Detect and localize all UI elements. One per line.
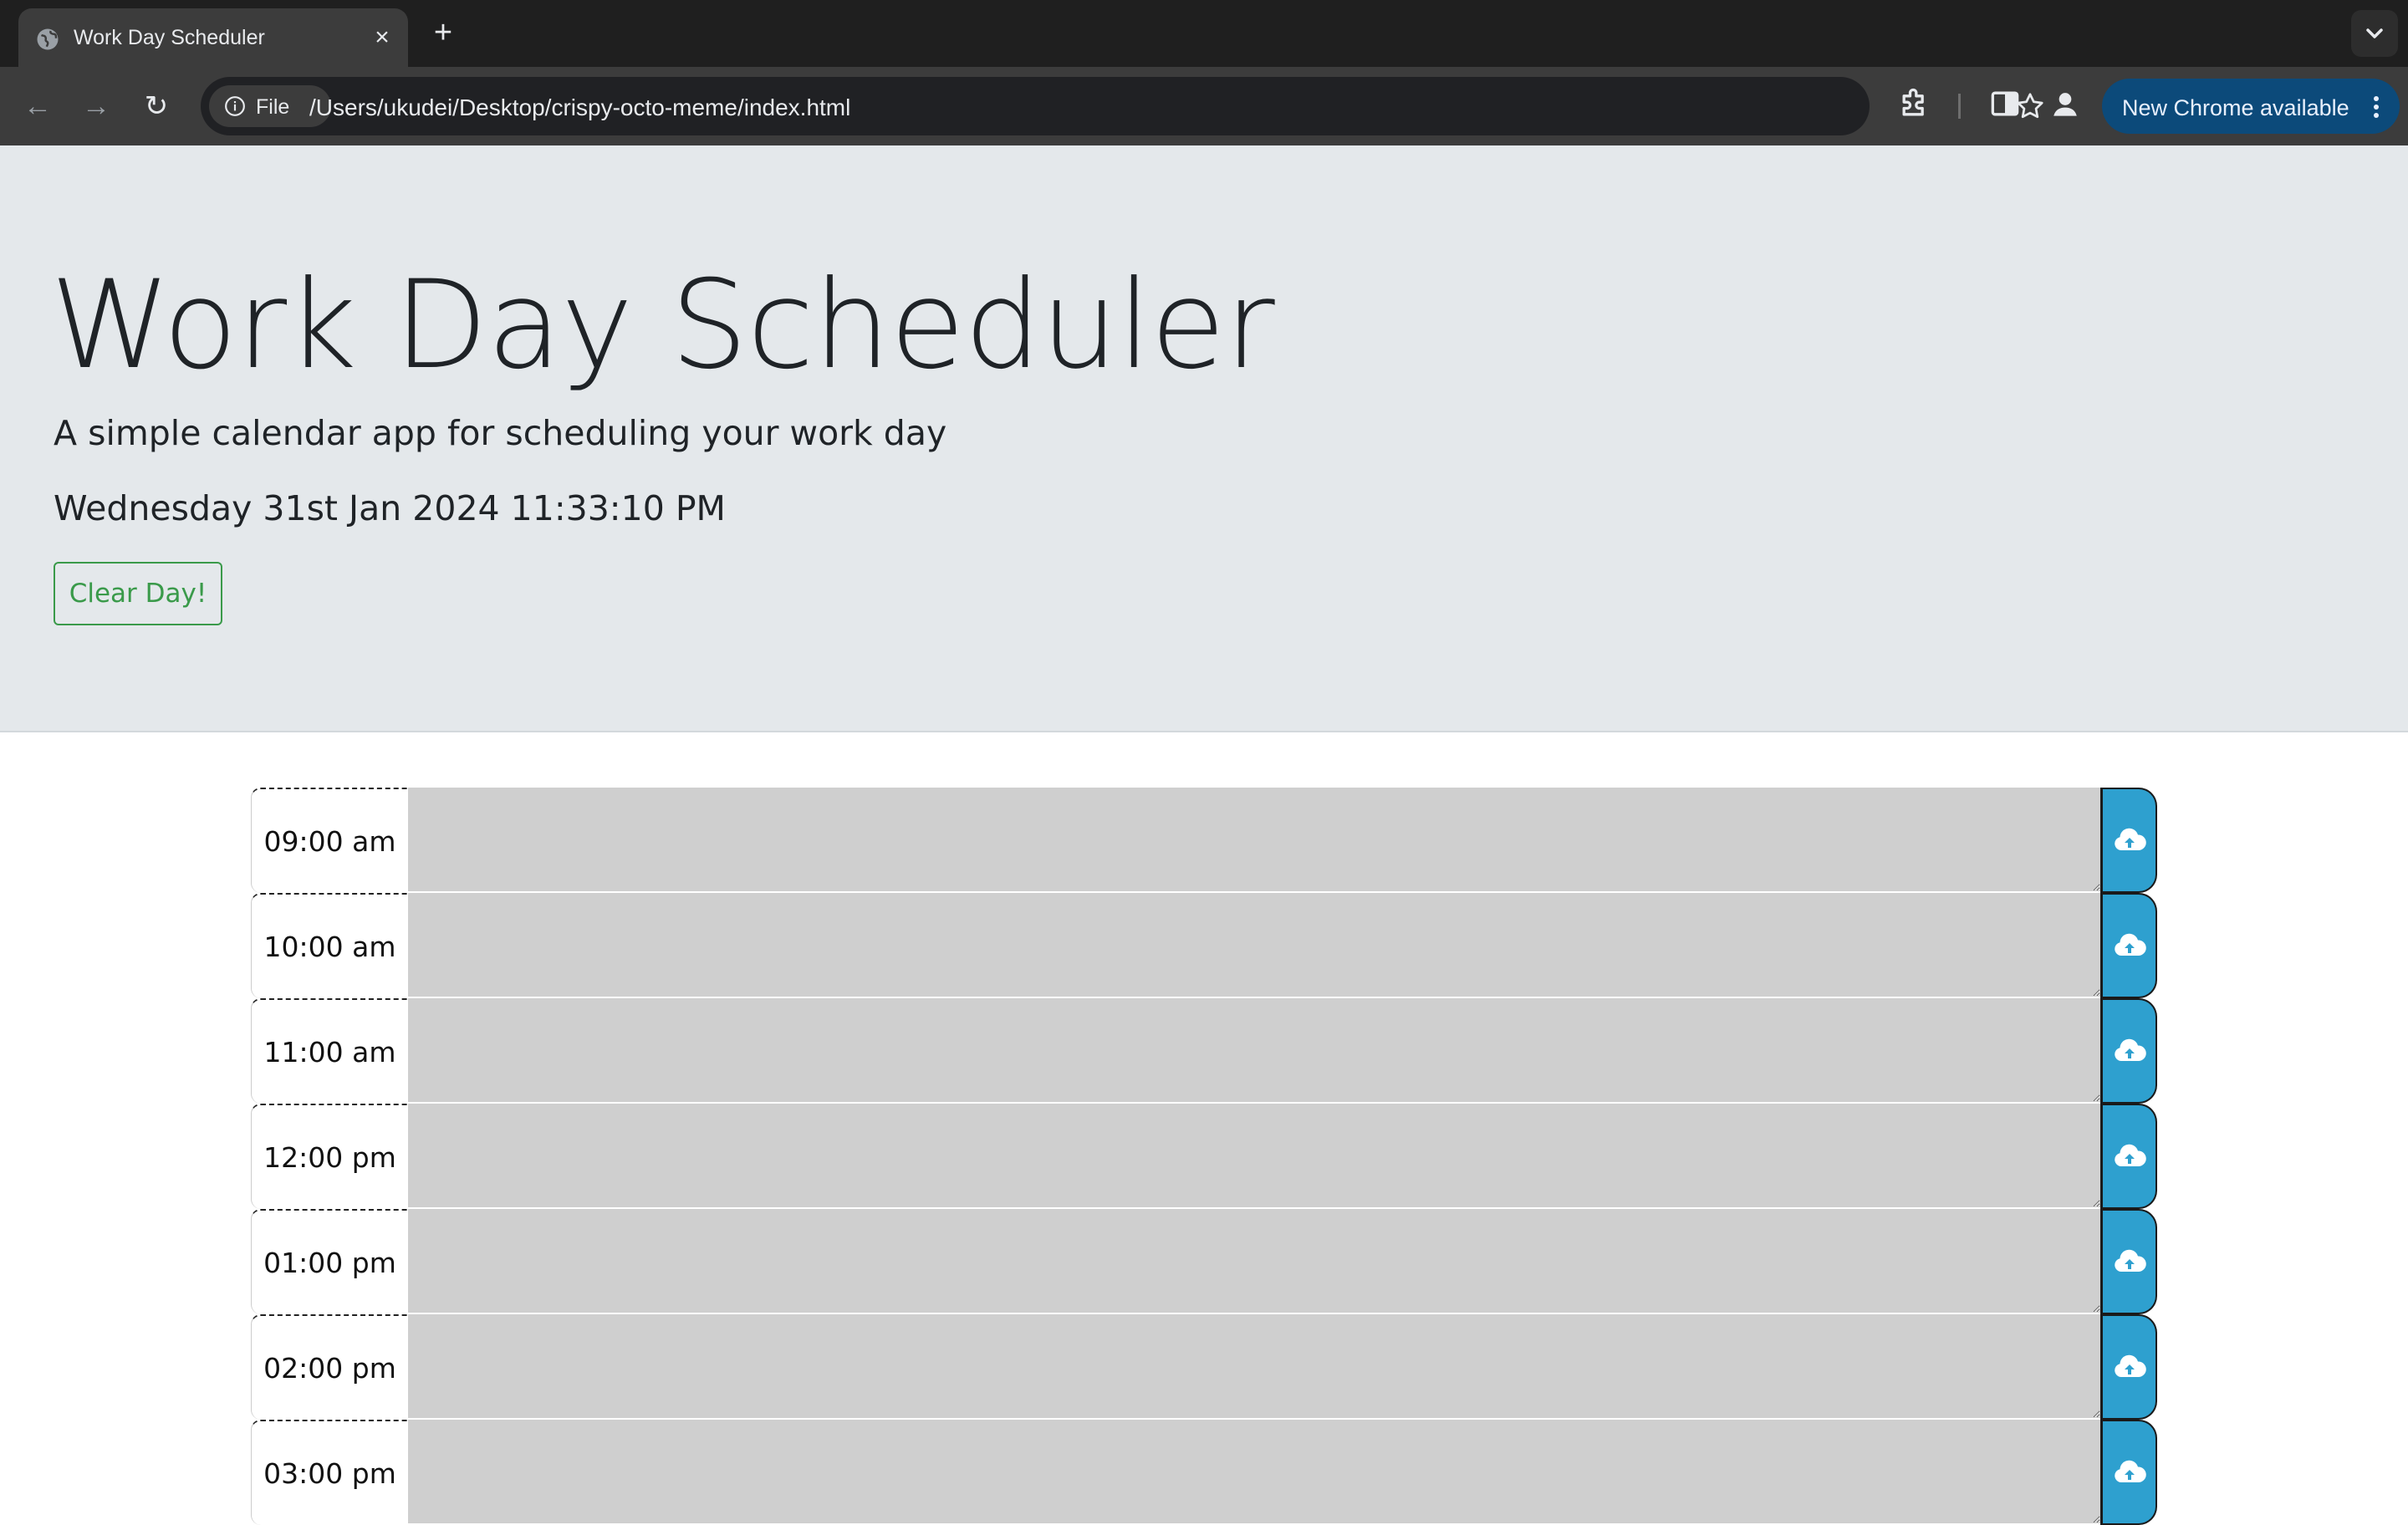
browser-toolbar: ← → ↻ File /Users/ukudei/Desktop/crispy-… <box>0 67 2408 145</box>
cloud-upload-icon <box>2114 933 2146 956</box>
time-block-row: 01:00 pm <box>251 1209 2157 1314</box>
address-bar[interactable]: File /Users/ukudei/Desktop/crispy-octo-m… <box>201 77 2043 135</box>
cloud-upload-icon <box>2114 1038 2146 1061</box>
hour-description-input[interactable] <box>408 1314 2100 1420</box>
cloud-upload-icon <box>2114 1249 2146 1272</box>
save-button[interactable] <box>2100 1209 2157 1314</box>
time-block-row: 11:00 am <box>251 998 2157 1104</box>
page-title: Work Day Scheduler <box>50 254 1275 396</box>
hour-label: 09:00 am <box>251 788 408 893</box>
schedule-container: 09:00 am 10:00 am 11:00 am 12:00 pm 01:00 pm… <box>251 788 2157 1525</box>
hour-description-input[interactable] <box>408 1104 2100 1209</box>
cloud-upload-icon <box>2114 1144 2146 1166</box>
globe-icon <box>37 28 59 50</box>
chevron-down-icon <box>2366 28 2383 38</box>
close-icon[interactable]: × <box>368 23 396 52</box>
tab-title: Work Day Scheduler <box>74 26 265 49</box>
hour-label: 10:00 am <box>251 893 408 998</box>
time-block-row: 02:00 pm <box>251 1314 2157 1420</box>
hour-label: 01:00 pm <box>251 1209 408 1314</box>
back-button[interactable]: ← <box>18 87 57 125</box>
update-chrome-button[interactable]: New Chrome available <box>2102 79 2400 134</box>
time-block-row: 09:00 am <box>251 788 2157 893</box>
hour-label: 11:00 am <box>251 998 408 1104</box>
clear-day-button[interactable]: Clear Day! <box>54 562 222 625</box>
hour-description-input[interactable] <box>408 893 2100 998</box>
time-block-row: 03:00 pm <box>251 1420 2157 1525</box>
profile-icon[interactable] <box>2047 85 2084 122</box>
site-chip-label: File <box>256 95 290 119</box>
cloud-upload-icon <box>2114 828 2146 850</box>
hour-label: 12:00 pm <box>251 1104 408 1209</box>
save-button[interactable] <box>2100 788 2157 893</box>
tab-strip: Work Day Scheduler × + <box>0 0 2408 67</box>
save-button[interactable] <box>2100 1314 2157 1420</box>
toolbar-divider <box>1958 94 1961 119</box>
forward-button[interactable]: → <box>77 87 115 125</box>
hour-description-input[interactable] <box>408 998 2100 1104</box>
page-content: Work Day Scheduler A simple calendar app… <box>0 145 2408 1525</box>
jumbotron-header: Work Day Scheduler A simple calendar app… <box>0 145 2408 732</box>
save-button[interactable] <box>2100 1104 2157 1209</box>
url-text[interactable]: /Users/ukudei/Desktop/crispy-octo-meme/i… <box>309 94 850 121</box>
info-icon <box>225 96 245 116</box>
tab-search-button[interactable] <box>2351 10 2398 57</box>
hour-description-input[interactable] <box>408 788 2100 893</box>
time-block-row: 12:00 pm <box>251 1104 2157 1209</box>
cloud-upload-icon <box>2114 1460 2146 1482</box>
save-button[interactable] <box>2100 998 2157 1104</box>
hour-label: 02:00 pm <box>251 1314 408 1420</box>
side-panel-icon[interactable] <box>1987 85 2023 122</box>
save-button[interactable] <box>2100 1420 2157 1525</box>
hour-description-input[interactable] <box>408 1209 2100 1314</box>
current-datetime: Wednesday 31st Jan 2024 11:33:10 PM <box>54 488 726 528</box>
new-tab-button[interactable]: + <box>426 17 460 50</box>
hour-description-input[interactable] <box>408 1420 2100 1525</box>
kebab-menu-icon[interactable] <box>2366 92 2386 122</box>
extensions-icon[interactable] <box>1896 85 1933 122</box>
time-block-row: 10:00 am <box>251 893 2157 998</box>
cloud-upload-icon <box>2114 1354 2146 1377</box>
reload-button[interactable]: ↻ <box>137 87 176 125</box>
hour-label: 03:00 pm <box>251 1420 408 1525</box>
update-label: New Chrome available <box>2122 95 2349 120</box>
tab-work-day-scheduler[interactable]: Work Day Scheduler × <box>18 8 408 67</box>
page-lead: A simple calendar app for scheduling you… <box>54 413 947 453</box>
save-button[interactable] <box>2100 893 2157 998</box>
